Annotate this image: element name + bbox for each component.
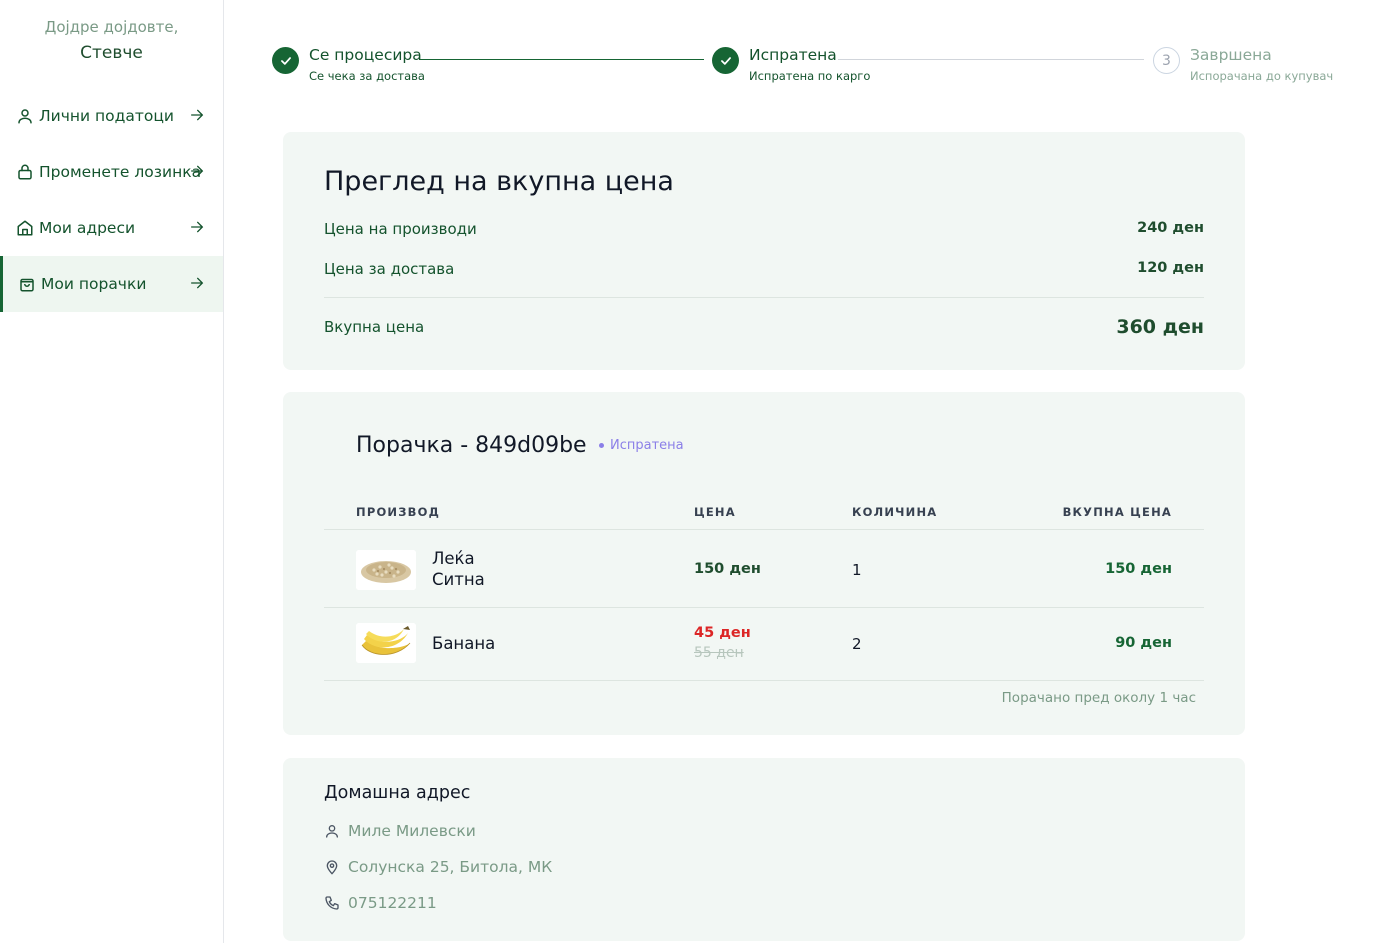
step-subtitle: Се чека за достава <box>309 69 425 83</box>
quantity: 1 <box>852 561 862 579</box>
arrow-right-icon <box>189 275 205 291</box>
step-title: Завршена <box>1190 46 1272 64</box>
products-price-label: Цена на производи <box>324 220 477 238</box>
sidebar-item-label: Лични податоци <box>39 107 174 125</box>
sidebar-item-change-password[interactable]: Променете лозинка <box>0 144 223 200</box>
sidebar-item-orders[interactable]: Мои порачки <box>0 256 223 312</box>
line-total: 90 ден <box>1115 635 1172 651</box>
phone-number: 075122211 <box>348 894 437 912</box>
products-price-value: 240 ден <box>1137 220 1204 236</box>
divider <box>324 529 1204 530</box>
total-price-label: Вкупна цена <box>324 318 425 336</box>
original-price: 55 ден <box>694 645 744 661</box>
order-title: Порачка - 849d09be <box>356 433 587 458</box>
sidebar-item-addresses[interactable]: Мои адреси <box>0 200 223 256</box>
address-street-row: Солунска 25, Битола, МК <box>324 858 552 876</box>
step-processing: Се процесира Се чека за достава <box>272 46 425 84</box>
status-badge: Испратена <box>599 438 684 453</box>
sidebar-item-label: Мои порачки <box>41 275 147 293</box>
line-total: 150 ден <box>1105 561 1172 577</box>
step-connector <box>838 59 1144 60</box>
product-name-line2: Ситна <box>432 570 485 589</box>
address-title: Домашна адрес <box>324 783 471 803</box>
ordered-time: Порачано пред околу 1 час <box>1001 690 1196 706</box>
divider <box>324 607 1204 608</box>
status-dot-icon <box>599 443 604 448</box>
delivery-price-row: Цена за достава 120 ден <box>324 260 1204 278</box>
total-price-value: 360 ден <box>1116 316 1204 338</box>
quantity: 2 <box>852 635 862 653</box>
welcome-block: Дојдре дојдовте, Стевче <box>0 16 223 66</box>
arrow-right-icon <box>189 219 205 235</box>
address-name-row: Миле Милевски <box>324 822 476 840</box>
status-label: Испратена <box>610 438 684 453</box>
unit-price: 150 ден <box>694 561 761 577</box>
sale-price: 45 ден <box>694 625 751 641</box>
sidebar-item-label: Променете лозинка <box>39 163 202 181</box>
product-image-lentils <box>356 550 416 590</box>
header-total: ВКУПНА ЦЕНА <box>1062 505 1172 519</box>
address-phone-row: 075122211 <box>324 894 437 912</box>
summary-title: Преглед на вкупна цена <box>324 166 674 197</box>
step-subtitle: Испратена по карго <box>749 69 871 83</box>
product-name: Леќа Ситна <box>432 548 485 590</box>
user-icon <box>324 823 340 839</box>
header-product: ПРОИЗВОД <box>356 505 441 519</box>
step-subtitle: Испорачана до купувач <box>1190 69 1334 83</box>
lock-icon <box>16 163 34 181</box>
user-name: Стевче <box>80 43 143 63</box>
arrow-right-icon <box>189 163 205 179</box>
shopping-bag-icon <box>18 275 36 293</box>
divider <box>324 297 1204 298</box>
step-title: Испратена <box>749 46 837 64</box>
street-address: Солунска 25, Битола, МК <box>348 858 553 876</box>
address-card: Домашна адрес Миле Милевски Солунска 25,… <box>283 758 1245 941</box>
total-price-row: Вкупна цена 360 ден <box>324 316 1204 338</box>
sidebar-item-personal-info[interactable]: Лични податоци <box>0 88 223 144</box>
step-number: 3 <box>1153 47 1180 74</box>
step-shipped: Испратена Испратена по карго <box>712 46 871 84</box>
recipient-name: Миле Милевски <box>348 822 476 840</box>
order-card: Порачка - 849d09be Испратена ПРОИЗВОД ЦЕ… <box>283 392 1245 735</box>
delivery-price-label: Цена за достава <box>324 260 455 278</box>
product-name-line1: Леќа <box>432 549 475 568</box>
products-price-row: Цена на производи 240 ден <box>324 220 1204 238</box>
welcome-greeting: Дојдре дојдовте, <box>44 18 179 36</box>
price-summary-card: Преглед на вкупна цена Цена на производи… <box>283 132 1245 370</box>
product-name: Банана <box>432 634 496 653</box>
arrow-right-icon <box>189 107 205 123</box>
header-quantity: КОЛИЧИНА <box>852 505 938 519</box>
sidebar: Дојдре дојдовте, Стевче Лични податоци П… <box>0 0 224 943</box>
map-pin-icon <box>324 859 340 875</box>
step-connector <box>420 59 704 60</box>
step-title: Се процесира <box>309 46 422 64</box>
header-price: ЦЕНА <box>694 505 736 519</box>
sidebar-item-label: Мои адреси <box>39 219 136 237</box>
step-completed: 3 Завршена Испорачана до купувач <box>1153 46 1334 84</box>
divider <box>324 680 1204 681</box>
user-icon <box>16 107 34 125</box>
check-icon <box>272 47 299 74</box>
phone-icon <box>324 895 340 911</box>
home-icon <box>16 219 34 237</box>
product-image-banana <box>356 623 416 663</box>
delivery-price-value: 120 ден <box>1137 260 1204 276</box>
check-icon <box>712 47 739 74</box>
sidebar-nav: Лични податоци Променете лозинка Мои адр… <box>0 88 223 312</box>
